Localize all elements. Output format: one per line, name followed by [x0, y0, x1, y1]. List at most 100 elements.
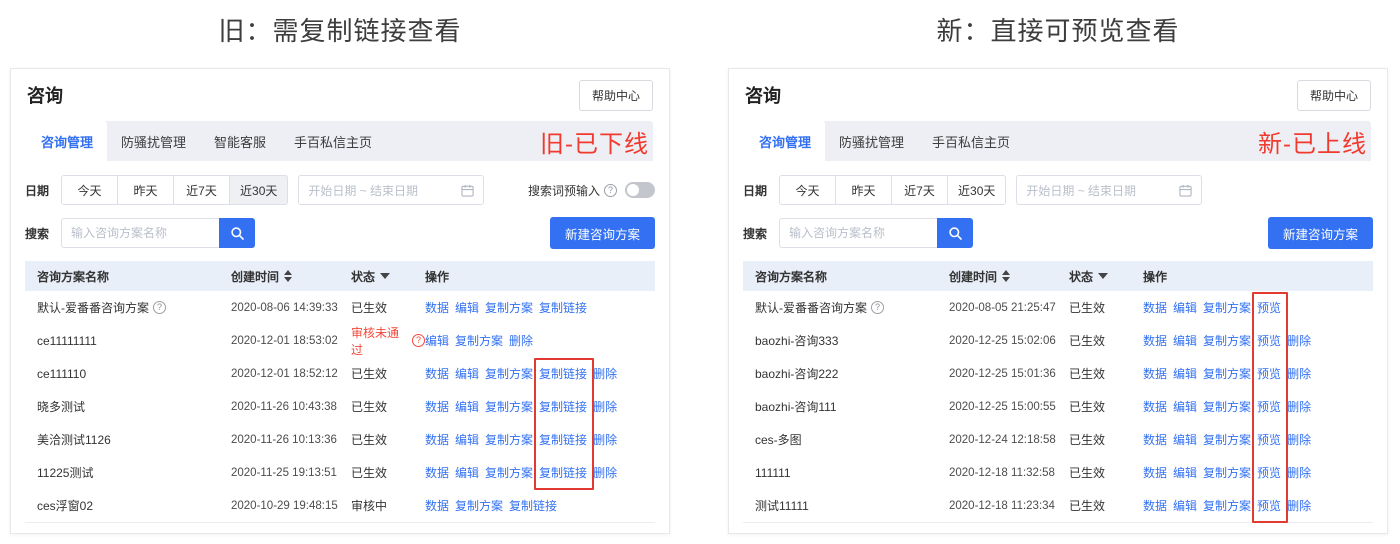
action-link[interactable]: 编辑 — [1173, 365, 1197, 382]
filter-icon[interactable] — [1098, 273, 1109, 279]
action-link[interactable]: 复制方案 — [485, 431, 533, 448]
action-link[interactable]: 编辑 — [455, 464, 479, 481]
tab[interactable]: 智能客服 — [200, 121, 280, 161]
date-preset-button[interactable]: 今天 — [779, 175, 837, 205]
action-link[interactable]: 复制方案 — [1203, 365, 1251, 382]
date-preset-button[interactable]: 近7天 — [891, 175, 949, 205]
search-preinput-toggle[interactable] — [625, 182, 655, 198]
tab[interactable]: 手百私信主页 — [280, 121, 386, 161]
action-link[interactable]: 删除 — [593, 464, 617, 481]
action-link[interactable]: 数据 — [1143, 464, 1167, 481]
create-plan-button[interactable]: 新建咨询方案 — [549, 217, 655, 249]
action-link[interactable]: 数据 — [425, 431, 449, 448]
action-link[interactable]: 删除 — [593, 398, 617, 415]
action-link[interactable]: 复制方案 — [1203, 431, 1251, 448]
search-input[interactable] — [779, 218, 938, 248]
column-status[interactable]: 状态 — [1069, 268, 1143, 285]
action-link[interactable]: 编辑 — [1173, 398, 1197, 415]
action-link[interactable]: 复制方案 — [485, 464, 533, 481]
help-center-button[interactable]: 帮助中心 — [1296, 79, 1371, 111]
tab[interactable]: 咨询管理 — [27, 121, 108, 161]
action-link[interactable]: 删除 — [1287, 398, 1311, 415]
action-link[interactable]: 复制链接 — [539, 398, 587, 415]
action-link[interactable]: 数据 — [1143, 365, 1167, 382]
action-link[interactable]: 编辑 — [455, 431, 479, 448]
action-link[interactable]: 复制链接 — [539, 431, 587, 448]
action-link[interactable]: 编辑 — [1173, 299, 1197, 316]
action-link[interactable]: 编辑 — [1173, 332, 1197, 349]
plan-name: baozhi-咨询333 — [755, 334, 839, 348]
tab[interactable]: 防骚扰管理 — [107, 121, 200, 161]
help-center-button[interactable]: 帮助中心 — [578, 79, 653, 111]
date-preset-button[interactable]: 昨天 — [835, 175, 893, 205]
search-button[interactable] — [937, 218, 974, 248]
create-plan-button[interactable]: 新建咨询方案 — [1267, 217, 1373, 249]
action-link[interactable]: 复制方案 — [485, 398, 533, 415]
action-link[interactable]: 数据 — [1143, 332, 1167, 349]
action-link[interactable]: 数据 — [425, 299, 449, 316]
column-created-time[interactable]: 创建时间 — [949, 268, 1069, 285]
action-link[interactable]: 预览 — [1257, 299, 1281, 316]
search-input[interactable] — [61, 218, 220, 248]
date-preset-button[interactable]: 今天 — [61, 175, 119, 205]
filter-icon[interactable] — [380, 273, 391, 279]
sort-icon[interactable] — [1002, 270, 1011, 282]
action-link[interactable]: 预览 — [1257, 332, 1281, 349]
date-range-input[interactable]: 开始日期 ~ 结束日期 — [298, 175, 485, 205]
date-preset-button[interactable]: 昨天 — [117, 175, 175, 205]
action-link[interactable]: 复制方案 — [455, 332, 503, 349]
action-link[interactable]: 复制方案 — [455, 497, 503, 514]
action-link[interactable]: 复制链接 — [539, 464, 587, 481]
action-link[interactable]: 编辑 — [425, 332, 449, 349]
sort-icon[interactable] — [284, 270, 293, 282]
action-link[interactable]: 复制链接 — [539, 299, 587, 316]
action-link[interactable]: 删除 — [1287, 464, 1311, 481]
action-link[interactable]: 删除 — [1287, 332, 1311, 349]
date-range-input[interactable]: 开始日期 ~ 结束日期 — [1016, 175, 1203, 205]
action-link[interactable]: 预览 — [1257, 464, 1281, 481]
action-link[interactable]: 删除 — [1287, 497, 1311, 514]
column-created-time[interactable]: 创建时间 — [231, 268, 351, 285]
action-link[interactable]: 复制方案 — [485, 299, 533, 316]
action-link[interactable]: 删除 — [593, 365, 617, 382]
tab[interactable]: 手百私信主页 — [918, 121, 1024, 161]
action-link[interactable]: 复制方案 — [1203, 398, 1251, 415]
date-preset-button[interactable]: 近30天 — [947, 175, 1007, 205]
action-link[interactable]: 复制方案 — [1203, 497, 1251, 514]
action-link[interactable]: 编辑 — [455, 398, 479, 415]
action-link[interactable]: 删除 — [509, 332, 533, 349]
action-link[interactable]: 数据 — [1143, 299, 1167, 316]
action-link[interactable]: 删除 — [1287, 431, 1311, 448]
action-link[interactable]: 预览 — [1257, 365, 1281, 382]
search-button[interactable] — [219, 218, 256, 248]
date-preset-button[interactable]: 近7天 — [173, 175, 231, 205]
row-actions: 数据 编辑 复制方案 复制链接 删除 — [425, 398, 655, 415]
action-link[interactable]: 复制链接 — [539, 365, 587, 382]
tab[interactable]: 咨询管理 — [745, 121, 826, 161]
action-link[interactable]: 编辑 — [1173, 464, 1197, 481]
action-link[interactable]: 数据 — [1143, 497, 1167, 514]
action-link[interactable]: 删除 — [1287, 365, 1311, 382]
action-link[interactable]: 编辑 — [455, 365, 479, 382]
action-link[interactable]: 编辑 — [455, 299, 479, 316]
action-link[interactable]: 复制方案 — [1203, 332, 1251, 349]
action-link[interactable]: 预览 — [1257, 398, 1281, 415]
action-link[interactable]: 预览 — [1257, 497, 1281, 514]
action-link[interactable]: 数据 — [1143, 398, 1167, 415]
action-link[interactable]: 删除 — [593, 431, 617, 448]
action-link[interactable]: 编辑 — [1173, 497, 1197, 514]
action-link[interactable]: 复制链接 — [509, 497, 557, 514]
action-link[interactable]: 数据 — [1143, 431, 1167, 448]
date-preset-button[interactable]: 近30天 — [229, 175, 289, 205]
action-link[interactable]: 复制方案 — [1203, 464, 1251, 481]
action-link[interactable]: 编辑 — [1173, 431, 1197, 448]
action-link[interactable]: 数据 — [425, 464, 449, 481]
action-link[interactable]: 数据 — [425, 365, 449, 382]
action-link[interactable]: 复制方案 — [1203, 299, 1251, 316]
action-link[interactable]: 数据 — [425, 497, 449, 514]
tab[interactable]: 防骚扰管理 — [825, 121, 918, 161]
action-link[interactable]: 数据 — [425, 398, 449, 415]
action-link[interactable]: 预览 — [1257, 431, 1281, 448]
action-link[interactable]: 复制方案 — [485, 365, 533, 382]
column-status[interactable]: 状态 — [351, 268, 425, 285]
